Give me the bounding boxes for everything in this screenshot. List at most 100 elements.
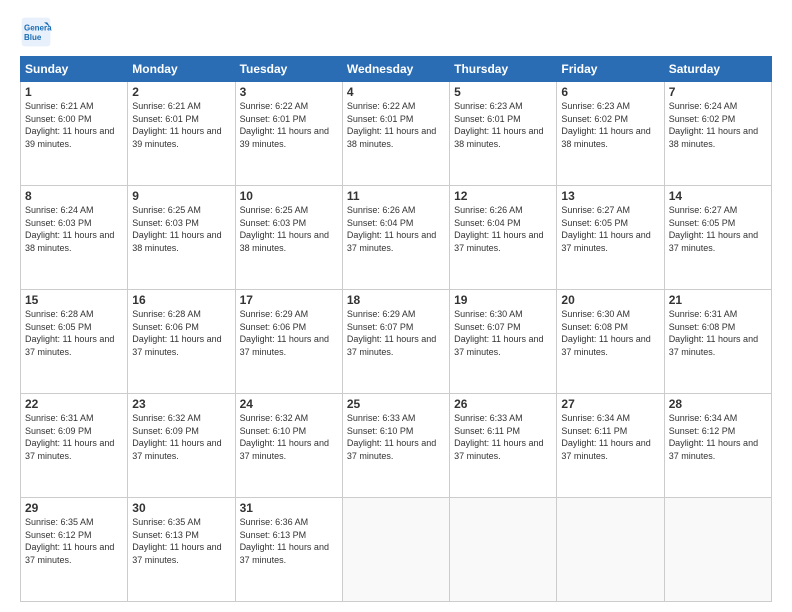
- week-row-5: 29 Sunrise: 6:35 AMSunset: 6:12 PMDayligh…: [21, 498, 772, 602]
- day-number: 8: [25, 189, 123, 203]
- day-number: 1: [25, 85, 123, 99]
- day-number: 27: [561, 397, 659, 411]
- day-info: Sunrise: 6:23 AMSunset: 6:01 PMDaylight:…: [454, 101, 543, 149]
- day-info: Sunrise: 6:26 AMSunset: 6:04 PMDaylight:…: [347, 205, 436, 253]
- day-cell: 16 Sunrise: 6:28 AMSunset: 6:06 PMDayligh…: [128, 290, 235, 394]
- day-cell: 20 Sunrise: 6:30 AMSunset: 6:08 PMDayligh…: [557, 290, 664, 394]
- day-number: 16: [132, 293, 230, 307]
- day-number: 5: [454, 85, 552, 99]
- day-info: Sunrise: 6:33 AMSunset: 6:10 PMDaylight:…: [347, 413, 436, 461]
- calendar-header-row: Sunday Monday Tuesday Wednesday Thursday…: [21, 57, 772, 82]
- day-info: Sunrise: 6:23 AMSunset: 6:02 PMDaylight:…: [561, 101, 650, 149]
- day-number: 12: [454, 189, 552, 203]
- day-number: 11: [347, 189, 445, 203]
- header: General Blue: [20, 16, 772, 48]
- day-cell: 31 Sunrise: 6:36 AMSunset: 6:13 PMDayligh…: [235, 498, 342, 602]
- svg-text:Blue: Blue: [24, 33, 42, 42]
- day-info: Sunrise: 6:28 AMSunset: 6:05 PMDaylight:…: [25, 309, 114, 357]
- day-cell: 25 Sunrise: 6:33 AMSunset: 6:10 PMDayligh…: [342, 394, 449, 498]
- day-cell: 3Sunrise: 6:22 AMSunset: 6:01 PMDaylight…: [235, 82, 342, 186]
- day-info: Sunrise: 6:32 AMSunset: 6:10 PMDaylight:…: [240, 413, 329, 461]
- day-cell: 22Sunrise: 6:31 AMSunset: 6:09 PMDayligh…: [21, 394, 128, 498]
- day-info: Sunrise: 6:30 AMSunset: 6:07 PMDaylight:…: [454, 309, 543, 357]
- day-info: Sunrise: 6:25 AMSunset: 6:03 PMDaylight:…: [132, 205, 221, 253]
- calendar-table: Sunday Monday Tuesday Wednesday Thursday…: [20, 56, 772, 602]
- day-number: 14: [669, 189, 767, 203]
- day-cell: 13 Sunrise: 6:27 AMSunset: 6:05 PMDayligh…: [557, 186, 664, 290]
- day-number: 19: [454, 293, 552, 307]
- day-info: Sunrise: 6:35 AMSunset: 6:13 PMDaylight:…: [132, 517, 221, 565]
- week-row-1: 1 Sunrise: 6:21 AMSunset: 6:00 PMDaylight…: [21, 82, 772, 186]
- day-cell: 10 Sunrise: 6:25 AMSunset: 6:03 PMDayligh…: [235, 186, 342, 290]
- day-cell: 12 Sunrise: 6:26 AMSunset: 6:04 PMDayligh…: [450, 186, 557, 290]
- day-cell: 27Sunrise: 6:34 AMSunset: 6:11 PMDayligh…: [557, 394, 664, 498]
- day-number: 23: [132, 397, 230, 411]
- day-cell: 21 Sunrise: 6:31 AMSunset: 6:08 PMDayligh…: [664, 290, 771, 394]
- day-cell: 17Sunrise: 6:29 AMSunset: 6:06 PMDayligh…: [235, 290, 342, 394]
- day-number: 3: [240, 85, 338, 99]
- day-info: Sunrise: 6:24 AMSunset: 6:02 PMDaylight:…: [669, 101, 758, 149]
- day-number: 25: [347, 397, 445, 411]
- day-cell: 19 Sunrise: 6:30 AMSunset: 6:07 PMDayligh…: [450, 290, 557, 394]
- day-info: Sunrise: 6:31 AMSunset: 6:08 PMDaylight:…: [669, 309, 758, 357]
- day-cell: [664, 498, 771, 602]
- week-row-4: 22Sunrise: 6:31 AMSunset: 6:09 PMDayligh…: [21, 394, 772, 498]
- day-cell: 4 Sunrise: 6:22 AMSunset: 6:01 PMDaylight…: [342, 82, 449, 186]
- day-number: 9: [132, 189, 230, 203]
- day-cell: 24 Sunrise: 6:32 AMSunset: 6:10 PMDayligh…: [235, 394, 342, 498]
- day-cell: 6 Sunrise: 6:23 AMSunset: 6:02 PMDaylight…: [557, 82, 664, 186]
- col-sunday: Sunday: [21, 57, 128, 82]
- day-number: 26: [454, 397, 552, 411]
- day-cell: 9 Sunrise: 6:25 AMSunset: 6:03 PMDaylight…: [128, 186, 235, 290]
- day-cell: 7 Sunrise: 6:24 AMSunset: 6:02 PMDaylight…: [664, 82, 771, 186]
- day-info: Sunrise: 6:36 AMSunset: 6:13 PMDaylight:…: [240, 517, 329, 565]
- day-number: 28: [669, 397, 767, 411]
- day-info: Sunrise: 6:25 AMSunset: 6:03 PMDaylight:…: [240, 205, 329, 253]
- day-number: 20: [561, 293, 659, 307]
- day-info: Sunrise: 6:21 AMSunset: 6:00 PMDaylight:…: [25, 101, 114, 149]
- day-cell: 30 Sunrise: 6:35 AMSunset: 6:13 PMDayligh…: [128, 498, 235, 602]
- day-number: 4: [347, 85, 445, 99]
- day-cell: 23 Sunrise: 6:32 AMSunset: 6:09 PMDayligh…: [128, 394, 235, 498]
- day-info: Sunrise: 6:24 AMSunset: 6:03 PMDaylight:…: [25, 205, 114, 253]
- day-number: 7: [669, 85, 767, 99]
- day-number: 13: [561, 189, 659, 203]
- day-cell: 5 Sunrise: 6:23 AMSunset: 6:01 PMDaylight…: [450, 82, 557, 186]
- page: General Blue Sunday Monday Tuesday Wedne…: [0, 0, 792, 612]
- week-row-2: 8 Sunrise: 6:24 AMSunset: 6:03 PMDaylight…: [21, 186, 772, 290]
- day-info: Sunrise: 6:29 AMSunset: 6:07 PMDaylight:…: [347, 309, 436, 357]
- day-info: Sunrise: 6:30 AMSunset: 6:08 PMDaylight:…: [561, 309, 650, 357]
- day-number: 24: [240, 397, 338, 411]
- day-info: Sunrise: 6:32 AMSunset: 6:09 PMDaylight:…: [132, 413, 221, 461]
- day-info: Sunrise: 6:21 AMSunset: 6:01 PMDaylight:…: [132, 101, 221, 149]
- week-row-3: 15 Sunrise: 6:28 AMSunset: 6:05 PMDayligh…: [21, 290, 772, 394]
- day-number: 22: [25, 397, 123, 411]
- day-cell: 11 Sunrise: 6:26 AMSunset: 6:04 PMDayligh…: [342, 186, 449, 290]
- day-info: Sunrise: 6:35 AMSunset: 6:12 PMDaylight:…: [25, 517, 114, 565]
- day-info: Sunrise: 6:26 AMSunset: 6:04 PMDaylight:…: [454, 205, 543, 253]
- day-info: Sunrise: 6:22 AMSunset: 6:01 PMDaylight:…: [347, 101, 436, 149]
- day-cell: [342, 498, 449, 602]
- day-info: Sunrise: 6:27 AMSunset: 6:05 PMDaylight:…: [669, 205, 758, 253]
- day-cell: 28 Sunrise: 6:34 AMSunset: 6:12 PMDayligh…: [664, 394, 771, 498]
- day-number: 10: [240, 189, 338, 203]
- day-number: 31: [240, 501, 338, 515]
- day-info: Sunrise: 6:28 AMSunset: 6:06 PMDaylight:…: [132, 309, 221, 357]
- day-info: Sunrise: 6:29 AMSunset: 6:06 PMDaylight:…: [240, 309, 329, 357]
- day-cell: [557, 498, 664, 602]
- day-number: 15: [25, 293, 123, 307]
- day-info: Sunrise: 6:34 AMSunset: 6:12 PMDaylight:…: [669, 413, 758, 461]
- day-number: 18: [347, 293, 445, 307]
- col-friday: Friday: [557, 57, 664, 82]
- day-number: 6: [561, 85, 659, 99]
- day-number: 30: [132, 501, 230, 515]
- day-cell: 1 Sunrise: 6:21 AMSunset: 6:00 PMDaylight…: [21, 82, 128, 186]
- logo: General Blue: [20, 16, 56, 48]
- day-number: 29: [25, 501, 123, 515]
- day-info: Sunrise: 6:27 AMSunset: 6:05 PMDaylight:…: [561, 205, 650, 253]
- day-cell: 8 Sunrise: 6:24 AMSunset: 6:03 PMDaylight…: [21, 186, 128, 290]
- col-saturday: Saturday: [664, 57, 771, 82]
- logo-icon: General Blue: [20, 16, 52, 48]
- day-number: 21: [669, 293, 767, 307]
- day-cell: 26Sunrise: 6:33 AMSunset: 6:11 PMDayligh…: [450, 394, 557, 498]
